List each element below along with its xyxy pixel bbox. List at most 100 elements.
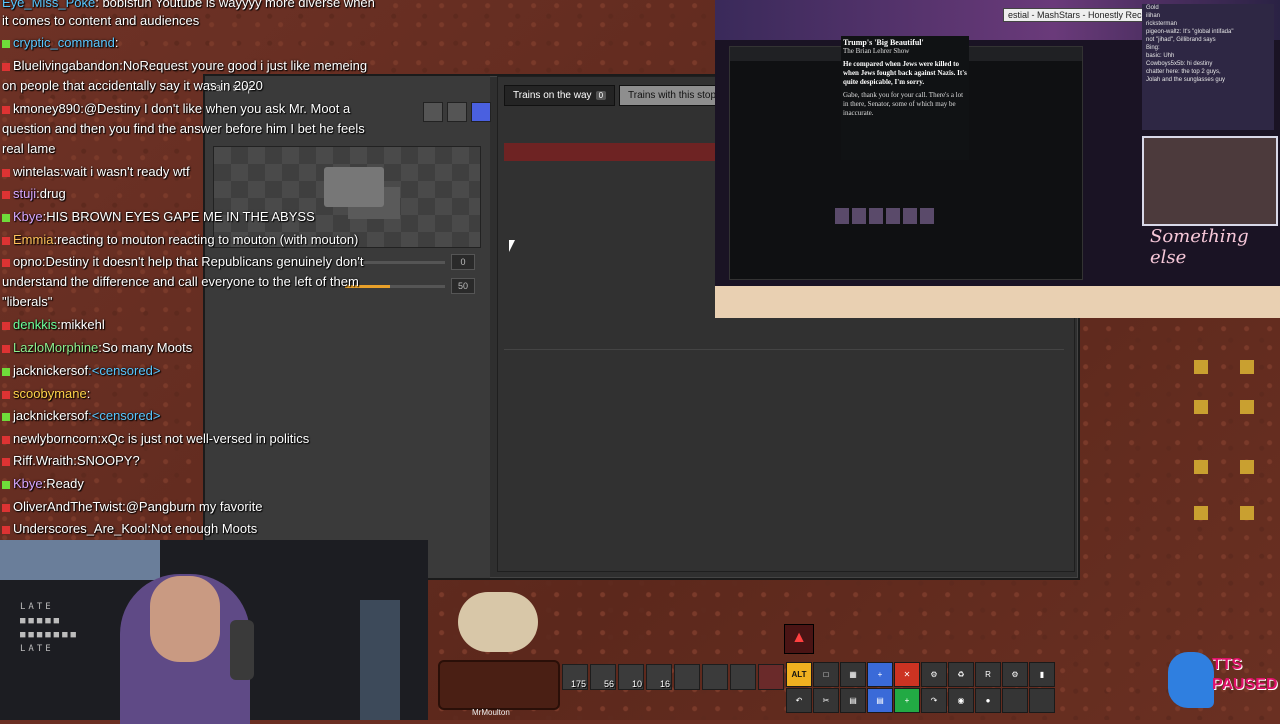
article-title: Trump's 'Big Beautiful' [843, 38, 924, 47]
inventory-slot[interactable]: 56 [590, 664, 616, 690]
tab-trains-on-the-way[interactable]: Trains on the way 0 [504, 85, 616, 106]
upgrade-icon[interactable]: ⚙ [921, 662, 947, 687]
chat-message: Underscores_Are_Kool:Not enough Moots [2, 518, 257, 540]
chat-message: Kbye:HIS BROWN EYES GAPE ME IN THE ABYSS [2, 206, 315, 228]
inventory-slot[interactable] [730, 664, 756, 690]
badge-icon [2, 213, 10, 222]
undo-icon[interactable]: ↶ [786, 688, 812, 713]
pip-chat-line: ricksterman [1146, 21, 1178, 27]
inventory-slot[interactable] [674, 664, 700, 690]
equipment-rack [360, 600, 400, 720]
badge-icon [2, 457, 10, 466]
deconstruct-icon[interactable]: ▦ [840, 662, 866, 687]
chat-message: Riff.Wraith:SNOOPY? [2, 450, 140, 472]
alt-mode-button[interactable]: ALT [786, 662, 812, 687]
paused-label: PAUSED [1212, 676, 1278, 693]
streamer-webcam: LATE ■■■■■ ■■■■■■■ LATE [0, 540, 428, 724]
badge-icon [2, 236, 10, 245]
thumbnail [920, 208, 934, 224]
overlay-stripe [715, 286, 1280, 318]
thumbnail [886, 208, 900, 224]
priority-value[interactable]: 50 [451, 278, 475, 294]
inventory-slot[interactable] [702, 664, 728, 690]
chat-message: scoobymane: [2, 383, 90, 405]
chat-message: it comes to content and audiences [2, 13, 200, 28]
cut-icon[interactable]: ✂ [813, 688, 839, 713]
chat-message: question and then you find the answer be… [2, 121, 365, 136]
badge-icon [2, 168, 10, 177]
copy-icon[interactable]: ♻ [948, 662, 974, 687]
chat-message: cryptic_command: [2, 32, 119, 54]
article-body: He compared when Jews were killed to whe… [843, 60, 967, 86]
inventory-slot[interactable]: 175 [562, 664, 588, 690]
limit-value[interactable]: 0 [451, 254, 475, 270]
chat-message: LazloMorphine:So many Moots [2, 337, 192, 359]
pip-chat-line: Jolah and the sunglasses guy [1146, 77, 1226, 83]
pip-script-text: Something else [1150, 226, 1249, 268]
shortcut-bar: ALT □ ▦ + ✕ ⚙ ♻ R ⚙ ▮ ↶ ✂ ▤ ▤ + ↷ ◉ ● [786, 662, 1055, 714]
edit-icon[interactable] [447, 102, 467, 122]
thumbnail [835, 208, 849, 224]
add-icon[interactable]: + [867, 662, 893, 687]
chat-message: "liberals" [2, 294, 53, 309]
badge-icon [2, 62, 10, 71]
chat-message: wintelas:wait i wasn't ready wtf [2, 161, 190, 183]
pip-chat-line: Bing: [1146, 45, 1160, 51]
station-toolbar [423, 102, 491, 122]
chat-message: kmoney890:@Destiny I don't like when you… [2, 98, 350, 120]
blank-slot-icon[interactable] [1029, 688, 1055, 713]
tab-count: 0 [595, 91, 607, 100]
badge-icon [2, 435, 10, 444]
pip-chat-line: basic: Uhh [1146, 53, 1175, 59]
character-plaque [438, 660, 560, 710]
microphone [230, 620, 254, 680]
train-icon[interactable]: ▮ [1029, 662, 1055, 687]
settings-icon[interactable]: ⚙ [1002, 662, 1028, 687]
blank-slot-icon[interactable] [1002, 688, 1028, 713]
article-more: Gabe, thank you for your call. There's a… [843, 91, 964, 117]
character-name: MrMoulton [472, 708, 510, 717]
now-playing: estial - MashStars - Honestly Rec [1003, 8, 1147, 22]
pip-chat: Gold ilihan ricksterman pigeon-waltz: It… [1142, 4, 1274, 130]
chat-message: newlyborncorn:xQc is just not well-verse… [2, 428, 309, 450]
alert-icon[interactable]: ▲ [784, 624, 814, 654]
article-show: The Brian Lehrer Show [843, 47, 910, 55]
map-pin-icon[interactable]: ◉ [948, 688, 974, 713]
badge-icon [2, 503, 10, 512]
character-portrait: MrMoulton [438, 590, 560, 718]
chat-overlay: Eye_Miss_Poke: bobisfun Youtube is wayyy… [0, 0, 430, 540]
green-add-icon[interactable]: + [894, 688, 920, 713]
r-icon[interactable]: R [975, 662, 1001, 687]
tts-label: TTS [1212, 656, 1243, 673]
badge-icon [2, 412, 10, 421]
blueprint-icon[interactable]: □ [813, 662, 839, 687]
badge-icon [2, 321, 10, 330]
badge-icon [2, 105, 10, 114]
inventory-slot[interactable]: 16 [646, 664, 672, 690]
plush-shelf [0, 540, 160, 580]
pip-chat-line: Gold [1146, 5, 1159, 11]
redo-icon[interactable]: ↷ [921, 688, 947, 713]
thumbnail [852, 208, 866, 224]
cancel-icon[interactable]: ✕ [894, 662, 920, 687]
color-picker-button[interactable] [471, 102, 491, 122]
pip-chat-line: ilihan [1146, 13, 1161, 19]
inventory-slot[interactable] [758, 664, 784, 690]
badge-icon [2, 344, 10, 353]
inventory-slot[interactable]: 10 [618, 664, 644, 690]
character-head [458, 592, 538, 652]
chat-message: on people that accidentally say it was i… [2, 78, 263, 93]
badge-icon [2, 190, 10, 199]
chat-message: denkkis:mikkehl [2, 314, 105, 336]
paste-icon[interactable]: ▤ [840, 688, 866, 713]
divider [504, 349, 1064, 350]
thumbnail [903, 208, 917, 224]
player-icon[interactable]: ● [975, 688, 1001, 713]
factory-buildings [1180, 350, 1270, 580]
pip-chat-line: Cowboys5x5b: hi destiny [1146, 61, 1213, 67]
chat-message: jacknickersof:<censored> [2, 405, 160, 427]
mouse-cursor-icon [509, 240, 515, 252]
badge-icon [2, 258, 10, 267]
blueprint-book-icon[interactable]: ▤ [867, 688, 893, 713]
pip-stream: estial - MashStars - Honestly Rec Trump'… [715, 0, 1280, 318]
